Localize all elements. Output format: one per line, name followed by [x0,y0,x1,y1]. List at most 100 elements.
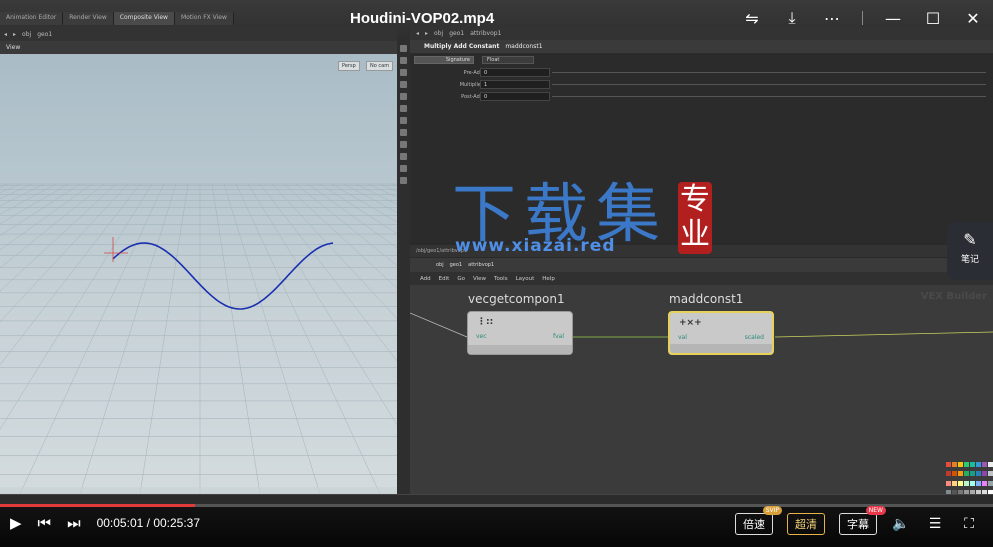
path-geo[interactable]: geo1 [37,31,52,38]
subtitle-button[interactable]: 字幕 NEW [839,506,886,535]
next-icon[interactable]: ⏭ [67,514,81,532]
path-obj[interactable]: obj [434,30,443,37]
color-swatch[interactable] [952,462,957,467]
select-tool-icon[interactable] [400,45,407,52]
shading-icon[interactable] [400,165,407,172]
color-swatch[interactable] [964,462,969,467]
color-swatch[interactable] [970,471,975,477]
path-vop[interactable]: attribvop1 [470,30,501,37]
color-swatch[interactable] [946,462,951,467]
input-port-label[interactable]: vec [476,333,487,340]
lights-icon[interactable] [400,141,407,148]
forward-icon[interactable]: ▸ [425,30,428,37]
close-icon[interactable]: ✕ [963,9,983,28]
download-icon[interactable]: ⤓ [782,8,802,28]
path-vop[interactable]: attribvop1 [468,262,494,268]
param-value-field[interactable]: 1 [480,80,550,89]
tab-animation-editor[interactable]: Animation Editor [0,12,64,25]
menu-edit[interactable]: Edit [439,276,450,282]
pose-tool-icon[interactable] [400,105,407,112]
menu-go[interactable]: Go [457,276,465,282]
node-vecgetcompon[interactable]: ⋮:: vec fval [467,311,573,355]
volume-icon[interactable]: 🔈 [891,516,911,532]
more-icon[interactable]: ⋯ [822,9,842,28]
move-tool-icon[interactable] [400,57,407,64]
window-controls: ⇋ ⤓ ⋯ — ☐ ✕ [742,8,983,28]
display-icon[interactable] [400,129,407,136]
menu-tools[interactable]: Tools [494,276,508,282]
color-swatch[interactable] [964,471,969,477]
color-swatch[interactable] [988,471,993,477]
color-swatch[interactable] [970,462,975,467]
fullscreen-icon[interactable]: ⛶ [959,516,979,532]
signature-label: Signature [414,56,474,64]
scale-tool-icon[interactable] [400,81,407,88]
share-icon[interactable]: ⇋ [742,9,762,28]
param-value-field[interactable]: 0 [480,92,550,101]
handle-tool-icon[interactable] [400,93,407,100]
color-swatch[interactable] [970,480,975,486]
path-obj[interactable]: obj [436,262,444,268]
notes-button[interactable]: ✎ 笔记 [947,222,993,280]
node-maddconst[interactable]: +×+ val scaled [668,311,774,355]
minimize-icon[interactable]: — [883,9,903,28]
quality-button[interactable]: 超清 [787,513,825,535]
forward-icon[interactable]: ▸ [13,31,16,38]
speed-button[interactable]: 倍速 SVIP [735,506,782,535]
output-port-label[interactable]: fval [553,333,564,340]
menu-layout[interactable]: Layout [516,276,535,282]
previous-icon[interactable]: ⏮ [38,514,52,532]
menu-view[interactable]: View [473,276,486,282]
back-icon[interactable]: ◂ [416,30,419,37]
color-swatch[interactable] [976,462,981,467]
network-editor[interactable]: VEX Builder vecgetcompon1 ⋮:: vec fval m… [410,285,993,494]
color-swatch[interactable] [982,471,987,477]
param-value-field[interactable]: 0 [480,68,550,77]
color-swatch[interactable] [946,480,951,486]
rotate-tool-icon[interactable] [400,69,407,76]
back-icon[interactable]: ◂ [4,31,7,38]
tab-render-view[interactable]: Render View [63,12,114,25]
color-swatch[interactable] [958,480,963,486]
param-slider[interactable] [552,72,986,73]
camera-icon[interactable] [400,153,407,160]
play-icon[interactable]: ▶ [10,514,22,532]
color-swatch[interactable] [976,471,981,477]
color-swatch[interactable] [982,462,987,467]
houdini-pane-tabs: Animation Editor Render View Composite V… [0,12,234,25]
progress-bar[interactable] [0,504,993,507]
tab-composite-view[interactable]: Composite View [113,12,175,25]
screen: Animation Editor Render View Composite V… [0,0,993,547]
playlist-icon[interactable]: ☰ [925,516,945,532]
houdini-timeline[interactable] [0,494,993,504]
3d-viewport[interactable]: Persp No cam [0,54,397,494]
wireframe-icon[interactable] [400,177,407,184]
path-geo[interactable]: geo1 [450,262,463,268]
color-swatch[interactable] [958,462,963,467]
output-port-label[interactable]: scaled [745,334,764,341]
path-geo[interactable]: geo1 [449,30,464,37]
color-swatch[interactable] [952,480,957,486]
param-slider[interactable] [552,96,986,97]
snap-icon[interactable] [400,117,407,124]
color-swatch[interactable] [988,480,993,486]
color-swatch[interactable] [958,471,963,477]
color-palette[interactable] [946,462,993,498]
input-port-label[interactable]: val [678,334,687,341]
camera-button[interactable]: No cam [366,61,394,71]
node-name-field[interactable]: maddconst1 [505,43,542,50]
param-slider[interactable] [552,84,986,85]
maximize-icon[interactable]: ☐ [923,9,943,28]
signature-select[interactable]: Float [482,56,534,64]
color-swatch[interactable] [946,471,951,477]
menu-help[interactable]: Help [542,276,555,282]
color-swatch[interactable] [982,480,987,486]
color-swatch[interactable] [952,471,957,477]
color-swatch[interactable] [976,480,981,486]
color-swatch[interactable] [988,462,993,467]
color-swatch[interactable] [964,480,969,486]
tab-motion-fx-view[interactable]: Motion FX View [174,12,234,25]
menu-add[interactable]: Add [420,276,431,282]
path-obj[interactable]: obj [22,31,31,38]
persp-button[interactable]: Persp [338,61,360,71]
